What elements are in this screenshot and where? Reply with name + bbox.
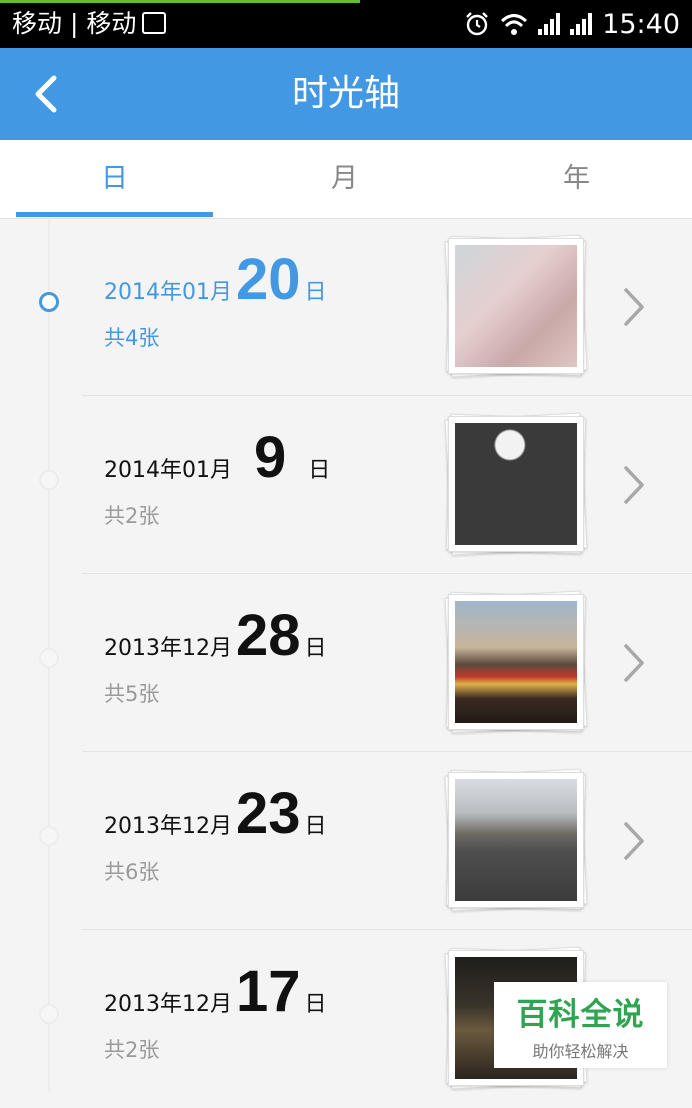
- page-title: 时光轴: [291, 73, 400, 114]
- timeline-row[interactable]: 2014年01月 9 日 共2张: [0, 396, 692, 574]
- wifi-icon: [501, 14, 528, 35]
- day-suffix: 日: [304, 280, 327, 305]
- timeline-node: [39, 470, 59, 490]
- timeline-node: [39, 826, 59, 846]
- tab-year[interactable]: 年: [478, 140, 675, 218]
- photo-stack-thumbnail[interactable]: [444, 412, 588, 556]
- day-suffix: 日: [308, 458, 331, 483]
- app-header: 时光轴: [0, 48, 692, 140]
- tab-bar: 日 月 年: [0, 140, 692, 219]
- day-suffix: 日: [304, 814, 327, 839]
- chevron-right-icon[interactable]: [618, 462, 650, 508]
- status-bar: 移动 | 移动 15:40: [0, 0, 692, 48]
- chevron-right-icon[interactable]: [618, 640, 650, 686]
- watermark-subtitle: 助你轻松解决: [532, 1042, 629, 1061]
- photo-count: 共4张: [104, 326, 160, 350]
- photo-stack-thumbnail[interactable]: [444, 590, 588, 734]
- watermark-badge: 百科全说 助你轻松解决: [494, 982, 667, 1068]
- gallery-icon: [142, 12, 166, 34]
- day-number: 20: [235, 247, 301, 312]
- row-date: 2013年12月 17 日: [104, 958, 327, 1025]
- photo-stack-thumbnail[interactable]: [444, 234, 588, 378]
- signal-icon: [538, 13, 561, 35]
- download-progress-indicator: [0, 0, 360, 3]
- year-month-label: 2013年12月: [104, 992, 232, 1017]
- year-month-label: 2014年01月: [104, 280, 232, 305]
- clock: 15:40: [602, 8, 680, 40]
- status-right: 15:40: [464, 8, 680, 40]
- timeline-row[interactable]: 2014年01月 20 日 共4张: [0, 218, 692, 396]
- day-suffix: 日: [304, 992, 327, 1017]
- tab-month[interactable]: 月: [246, 140, 443, 218]
- watermark-title: 百科全说: [516, 997, 645, 1033]
- timeline-row[interactable]: 2013年12月 28 日 共5张: [0, 574, 692, 752]
- photo-count: 共5张: [104, 682, 160, 706]
- tab-day[interactable]: 日: [16, 140, 213, 218]
- timeline-row[interactable]: 2013年12月 23 日 共6张: [0, 752, 692, 930]
- year-month-label: 2013年12月: [104, 636, 232, 661]
- day-number: 17: [235, 959, 301, 1024]
- row-date: 2014年01月 20 日: [104, 246, 327, 313]
- timeline-node: [39, 1004, 59, 1024]
- day-number: 23: [235, 781, 301, 846]
- signal-icon: [570, 13, 593, 35]
- row-date: 2013年12月 28 日: [104, 602, 327, 669]
- photo-stack-thumbnail[interactable]: [444, 768, 588, 912]
- chevron-right-icon[interactable]: [618, 284, 650, 330]
- timeline-node: [39, 292, 59, 312]
- active-tab-indicator: [16, 212, 213, 217]
- row-date: 2013年12月 23 日: [104, 780, 327, 847]
- row-date: 2014年01月 9 日: [104, 424, 330, 491]
- year-month-label: 2014年01月: [104, 458, 232, 483]
- carrier-label: 移动 | 移动: [12, 9, 137, 38]
- timeline-node: [39, 648, 59, 668]
- day-suffix: 日: [304, 636, 327, 661]
- day-number: 28: [235, 603, 301, 668]
- photo-count: 共6张: [104, 860, 160, 884]
- day-number: 9: [253, 425, 287, 490]
- photo-count: 共2张: [104, 1038, 160, 1062]
- photo-count: 共2张: [104, 504, 160, 528]
- year-month-label: 2013年12月: [104, 814, 232, 839]
- chevron-right-icon[interactable]: [618, 818, 650, 864]
- alarm-icon: [466, 12, 489, 36]
